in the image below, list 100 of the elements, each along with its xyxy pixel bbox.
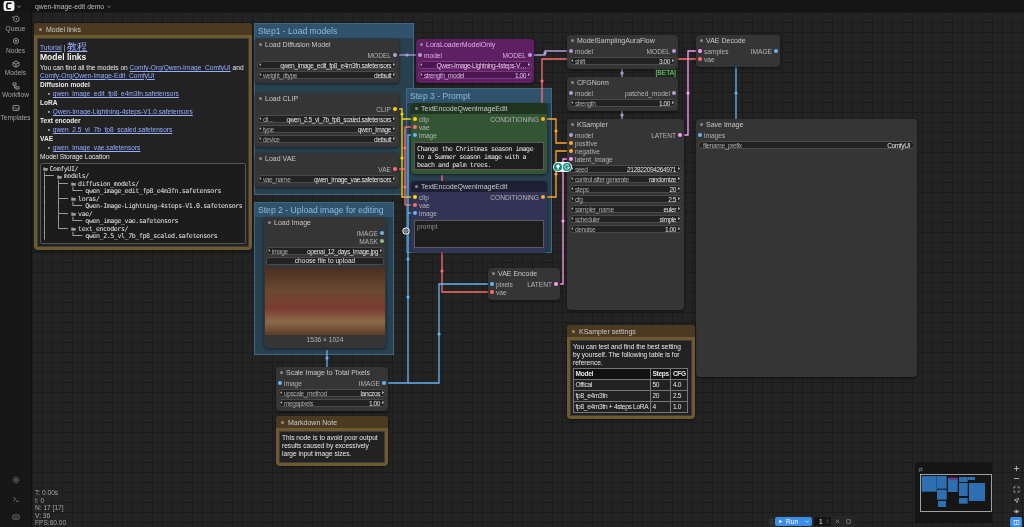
right-arrow-icon[interactable]: [677, 197, 680, 201]
left-arrow-icon[interactable]: [259, 117, 262, 121]
collapse-dot-icon[interactable]: [259, 97, 262, 100]
left-arrow-icon[interactable]: [280, 391, 283, 395]
output-socket-icon[interactable]: [774, 49, 778, 53]
input-socket-icon[interactable]: [413, 133, 417, 137]
gear-icon[interactable]: [11, 476, 20, 484]
input-socket-icon[interactable]: [418, 53, 422, 57]
output-socket-icon[interactable]: [672, 49, 676, 53]
right-arrow-icon[interactable]: [392, 73, 395, 77]
output-socket-icon[interactable]: [541, 195, 545, 199]
input-socket-icon[interactable]: [569, 141, 573, 145]
input-socket-icon[interactable]: [569, 157, 573, 161]
left-arrow-icon[interactable]: [571, 177, 574, 181]
output-socket-icon[interactable]: [393, 107, 397, 111]
left-arrow-icon[interactable]: [259, 177, 262, 181]
collapse-dot-icon[interactable]: [492, 272, 495, 275]
right-arrow-icon[interactable]: [392, 63, 395, 67]
collapse-dot-icon[interactable]: [571, 81, 574, 84]
input-socket-icon[interactable]: [698, 57, 702, 61]
keyboard-icon[interactable]: [11, 513, 20, 521]
panel-toggle-button[interactable]: [843, 517, 853, 526]
left-arrow-icon[interactable]: [259, 127, 262, 131]
collapse-dot-icon[interactable]: [259, 157, 262, 160]
output-socket-icon[interactable]: [528, 53, 532, 57]
left-arrow-icon[interactable]: [268, 249, 271, 253]
right-arrow-icon[interactable]: [677, 217, 680, 221]
left-arrow-icon[interactable]: [280, 401, 283, 405]
input-socket-icon[interactable]: [698, 133, 702, 137]
collapse-dot-icon[interactable]: [571, 39, 574, 42]
right-arrow-icon[interactable]: [671, 59, 674, 63]
collapse-dot-icon[interactable]: [415, 107, 418, 110]
input-socket-icon[interactable]: [490, 282, 494, 286]
collapse-dot-icon[interactable]: [39, 27, 42, 31]
input-socket-icon[interactable]: [698, 49, 702, 53]
collapse-dot-icon[interactable]: [571, 123, 574, 126]
right-arrow-icon[interactable]: [381, 401, 384, 405]
output-socket-icon[interactable]: [554, 282, 558, 286]
collapse-dot-icon[interactable]: [700, 123, 703, 126]
left-arrow-icon[interactable]: [571, 101, 574, 105]
terminal-icon[interactable]: [11, 494, 20, 503]
tutorial-link[interactable]: 教程: [67, 41, 88, 52]
right-arrow-icon[interactable]: [671, 101, 674, 105]
input-socket-icon[interactable]: [413, 203, 417, 207]
link-visibility-button[interactable]: [1010, 506, 1022, 517]
input-socket-icon[interactable]: [569, 133, 573, 137]
caret-icon[interactable]: [17, 4, 21, 8]
left-arrow-icon[interactable]: [571, 217, 574, 221]
left-arrow-icon[interactable]: [571, 167, 574, 171]
fit-view-button[interactable]: [1010, 484, 1022, 495]
output-socket-icon[interactable]: [541, 117, 545, 121]
input-socket-icon[interactable]: [278, 381, 282, 385]
minimap-button[interactable]: [1010, 517, 1022, 527]
right-arrow-icon[interactable]: [677, 187, 680, 191]
output-socket-icon[interactable]: [380, 231, 384, 235]
collapse-dot-icon[interactable]: [259, 43, 262, 46]
collapse-dot-icon[interactable]: [281, 420, 284, 424]
input-socket-icon[interactable]: [413, 125, 417, 129]
collapse-dot-icon[interactable]: [700, 39, 703, 42]
collapse-dot-icon[interactable]: [572, 329, 575, 333]
left-arrow-icon[interactable]: [571, 227, 574, 231]
ring-icon[interactable]: [402, 227, 410, 235]
input-socket-icon[interactable]: [413, 211, 417, 215]
left-arrow-icon[interactable]: [259, 73, 262, 77]
output-socket-icon[interactable]: [393, 167, 397, 171]
left-arrow-icon[interactable]: [571, 197, 574, 201]
output-socket-icon[interactable]: [382, 381, 386, 385]
right-arrow-icon[interactable]: [677, 167, 680, 171]
collapse-dot-icon[interactable]: [268, 221, 271, 224]
lightbulb-icon[interactable]: [554, 163, 562, 171]
left-arrow-icon[interactable]: [420, 73, 423, 77]
right-arrow-icon[interactable]: [527, 63, 530, 67]
right-arrow-icon[interactable]: [392, 137, 395, 141]
right-arrow-icon[interactable]: [392, 177, 395, 181]
left-arrow-icon[interactable]: [571, 207, 574, 211]
collapse-dot-icon[interactable]: [415, 185, 418, 188]
output-socket-icon[interactable]: [380, 239, 384, 243]
input-socket-icon[interactable]: [569, 49, 573, 53]
right-arrow-icon[interactable]: [677, 177, 680, 181]
minimap-drawing[interactable]: [915, 462, 992, 523]
collapse-dot-icon[interactable]: [280, 371, 283, 374]
ring-logo-icon[interactable]: [563, 163, 571, 171]
output-socket-icon[interactable]: [672, 91, 676, 95]
right-arrow-icon[interactable]: [379, 249, 382, 253]
output-socket-icon[interactable]: [678, 133, 682, 137]
left-arrow-icon[interactable]: [420, 63, 423, 67]
input-socket-icon[interactable]: [569, 91, 573, 95]
right-arrow-icon[interactable]: [677, 227, 680, 231]
input-socket-icon[interactable]: [413, 195, 417, 199]
left-arrow-icon[interactable]: [571, 187, 574, 191]
left-arrow-icon[interactable]: [259, 63, 262, 67]
right-arrow-icon[interactable]: [381, 391, 384, 395]
right-arrow-icon[interactable]: [677, 207, 680, 211]
logo-icon[interactable]: [3, 1, 15, 11]
right-arrow-icon[interactable]: [392, 117, 395, 121]
swap-arrows-icon[interactable]: [918, 467, 923, 472]
input-socket-icon[interactable]: [569, 149, 573, 153]
output-socket-icon[interactable]: [393, 53, 397, 57]
left-arrow-icon[interactable]: [571, 59, 574, 63]
collapse-dot-icon[interactable]: [420, 43, 423, 46]
